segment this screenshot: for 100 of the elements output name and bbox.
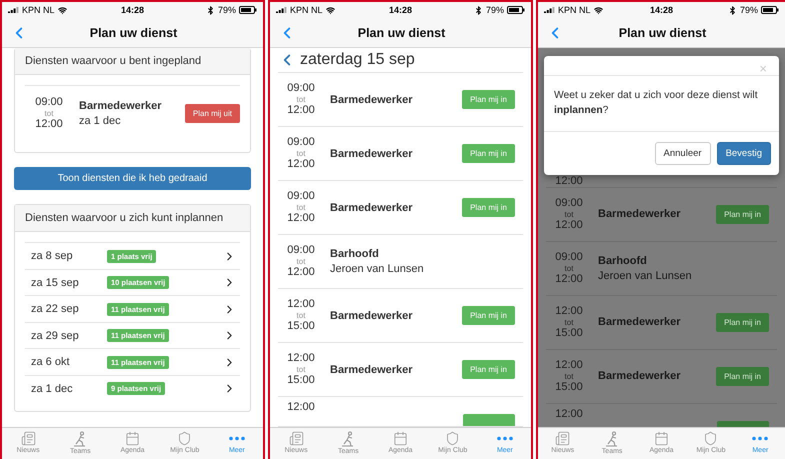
shield-icon bbox=[703, 431, 718, 446]
signal-icon bbox=[8, 6, 19, 14]
time-separator: tot bbox=[296, 148, 306, 158]
carrier-name: KPN NL bbox=[22, 5, 55, 15]
date-label: za 22 sep bbox=[31, 303, 80, 316]
end-time: 15:00 bbox=[287, 374, 315, 387]
calendar-icon bbox=[393, 431, 408, 446]
signal-icon bbox=[544, 6, 555, 14]
start-time: 09:00 bbox=[555, 251, 583, 264]
date-label: za 15 sep bbox=[31, 276, 80, 289]
end-time: 12:00 bbox=[287, 266, 315, 279]
start-time: 09:00 bbox=[555, 197, 583, 210]
shift-name: Barmedewerker bbox=[79, 100, 163, 112]
show-history-button[interactable]: Toon diensten die ik heb gedraaid bbox=[14, 167, 251, 190]
shift-name: Barmedewerker bbox=[330, 364, 414, 376]
shift-name: Barmedewerker bbox=[598, 316, 682, 328]
person-name: Jeroen van Lunsen bbox=[598, 270, 693, 282]
plan-in-button[interactable]: Plan mij in bbox=[462, 306, 515, 325]
start-time: 12:00 bbox=[287, 298, 315, 311]
card-header: Diensten waarvoor u bent ingepland bbox=[15, 48, 250, 75]
bluetooth-icon bbox=[728, 6, 737, 14]
start-time: 12:00 bbox=[555, 305, 583, 318]
plan-in-button[interactable]: Plan mij in bbox=[462, 198, 515, 217]
end-time: 12:00 bbox=[555, 218, 583, 232]
bluetooth-icon bbox=[474, 6, 483, 14]
plan-in-button[interactable]: Plan mij in bbox=[462, 90, 515, 109]
time-separator: tot bbox=[296, 310, 306, 320]
end-time: 12:00 bbox=[555, 272, 583, 286]
shift-name: Barmedewerker bbox=[330, 310, 414, 322]
battery-icon bbox=[761, 6, 779, 14]
calendar-icon bbox=[654, 431, 670, 446]
time-separator: tot bbox=[44, 108, 54, 118]
plan-in-button[interactable]: Plan mij in bbox=[462, 144, 515, 163]
plan-in-button[interactable]: Plan mij in bbox=[716, 204, 769, 224]
start-time: 12:00 bbox=[555, 408, 583, 421]
start-time: 12:00 bbox=[287, 352, 315, 365]
wifi-icon bbox=[58, 6, 67, 14]
shield-icon bbox=[177, 431, 192, 446]
end-time: 15:00 bbox=[555, 326, 583, 340]
battery-icon bbox=[507, 6, 525, 14]
end-time: 12:00 bbox=[287, 158, 315, 171]
shift-name: Barmedewerker bbox=[330, 202, 414, 214]
person-name: Jeroen van Lunsen bbox=[330, 263, 425, 275]
start-time: 09:00 bbox=[287, 82, 315, 95]
plan-in-button[interactable]: Plan mij in bbox=[716, 366, 769, 386]
clock-time: 14:28 bbox=[120, 5, 144, 15]
nav-title: Plan uw dienst bbox=[88, 26, 178, 40]
shift-name: Barmedewerker bbox=[330, 94, 414, 106]
clock-time: 14:28 bbox=[388, 5, 412, 15]
date-label: za 1 dec bbox=[31, 382, 74, 395]
newspaper-icon bbox=[20, 431, 36, 446]
plan-in-button[interactable]: Plan mij in bbox=[462, 360, 515, 379]
clock-time: 14:28 bbox=[650, 5, 674, 15]
time-separator: tot bbox=[564, 264, 574, 273]
signal-icon bbox=[276, 6, 287, 14]
time-separator: tot bbox=[564, 318, 574, 327]
newspaper-icon bbox=[288, 431, 304, 446]
time-separator: tot bbox=[296, 94, 306, 104]
start-time: 09:00 bbox=[287, 244, 315, 257]
wifi-icon bbox=[326, 6, 335, 14]
dialog-message: Weet u zeker dat u zich voor deze dienst wilt inplannen? bbox=[544, 76, 779, 132]
time-separator: tot bbox=[296, 202, 306, 212]
shift-date: za 1 dec bbox=[79, 114, 122, 127]
shift-name: Barmedewerker bbox=[598, 370, 682, 382]
start-time: 09:00 bbox=[287, 136, 315, 149]
battery-percentage: 79% bbox=[740, 5, 758, 15]
card-header: Diensten waarvoor u zich kunt inplannen bbox=[15, 205, 250, 232]
nav-title: Plan uw dienst bbox=[356, 26, 446, 40]
confirm-button[interactable]: Bevestig bbox=[716, 142, 771, 165]
date-label: za 8 sep bbox=[31, 250, 74, 262]
plan-out-button[interactable]: Plan mij uit bbox=[184, 104, 240, 123]
date-label: za 29 sep bbox=[31, 330, 80, 342]
shift-name: Barmedewerker bbox=[598, 208, 682, 220]
start-time: 09:00 bbox=[287, 190, 315, 203]
start-time: 12:00 bbox=[287, 401, 315, 414]
time-separator: tot bbox=[564, 210, 574, 219]
shift-name: Barhoofd bbox=[598, 254, 648, 267]
battery-icon bbox=[239, 6, 257, 14]
end-time: 12:00 bbox=[555, 174, 583, 187]
newspaper-icon bbox=[555, 431, 570, 446]
plan-in-button[interactable]: Plan mij in bbox=[716, 312, 769, 332]
carrier-name: KPN NL bbox=[558, 5, 591, 15]
time-separator: tot bbox=[296, 256, 306, 266]
date-label: za 6 okt bbox=[31, 356, 71, 368]
end-time: 12:00 bbox=[287, 104, 315, 117]
battery-percentage: 79% bbox=[486, 5, 504, 15]
nav-title: Plan uw dienst bbox=[618, 26, 708, 40]
end-time: 15:00 bbox=[555, 380, 583, 394]
time-separator: tot bbox=[564, 372, 574, 381]
start-time: 12:00 bbox=[555, 359, 583, 372]
end-time: 15:00 bbox=[287, 320, 315, 333]
bluetooth-icon bbox=[206, 6, 215, 14]
cancel-button[interactable]: Annuleer bbox=[654, 142, 711, 165]
wifi-icon bbox=[594, 6, 603, 14]
carrier-name: KPN NL bbox=[290, 5, 323, 15]
day-title: zaterdag 15 sep bbox=[300, 51, 415, 69]
end-time: 12:00 bbox=[35, 118, 63, 130]
shift-name: Barmedewerker bbox=[330, 148, 414, 160]
shield-icon bbox=[445, 431, 460, 446]
shift-name: Barhoofd bbox=[330, 248, 380, 260]
